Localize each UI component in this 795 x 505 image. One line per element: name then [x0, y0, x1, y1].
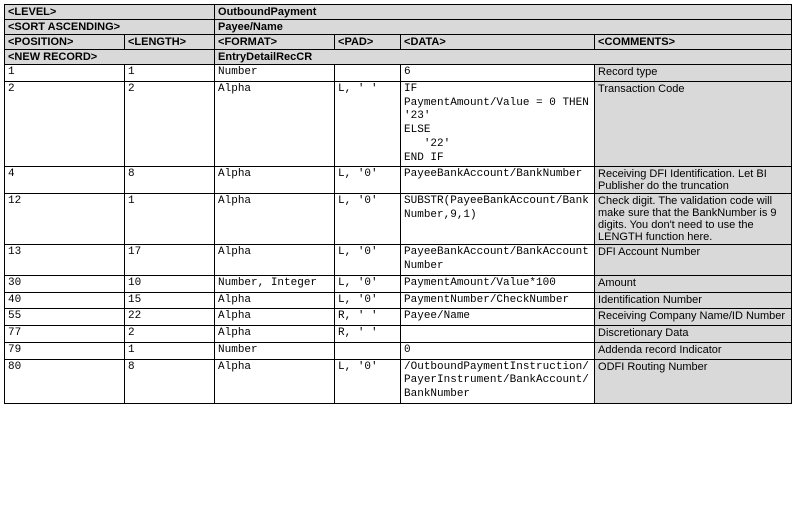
cell-data: SUBSTR(PayeeBankAccount/BankNumber,9,1) — [401, 194, 595, 245]
spec-table: <LEVEL> OutboundPayment <SORT ASCENDING>… — [4, 4, 792, 404]
cell-comment: Discretionary Data — [595, 326, 792, 343]
cell-comment: ODFI Routing Number — [595, 359, 792, 403]
cell-comment: DFI Account Number — [595, 245, 792, 276]
cell-length: 2 — [125, 81, 215, 167]
table-row: 11Number6Record type — [5, 65, 792, 82]
cell-pad — [335, 342, 401, 359]
cell-format: Alpha — [215, 359, 335, 403]
header-newrec-value: EntryDetailRecCR — [215, 50, 792, 65]
cell-pad: L, '0' — [335, 194, 401, 245]
cell-pad — [335, 65, 401, 82]
cell-length: 1 — [125, 194, 215, 245]
cell-position: 12 — [5, 194, 125, 245]
cell-position: 55 — [5, 309, 125, 326]
cell-length: 2 — [125, 326, 215, 343]
cell-data: PayeeBankAccount/BankAccountNumber — [401, 245, 595, 276]
cell-format: Alpha — [215, 326, 335, 343]
cell-pad: L, '0' — [335, 292, 401, 309]
cell-format: Alpha — [215, 194, 335, 245]
cell-data: PayeeBankAccount/BankNumber — [401, 167, 595, 194]
table-row: 22AlphaL, ' 'IF PaymentAmount/Value = 0 … — [5, 81, 792, 167]
header-level: <LEVEL> — [5, 5, 215, 20]
header-sort: <SORT ASCENDING> — [5, 20, 215, 35]
cell-format: Alpha — [215, 292, 335, 309]
cell-length: 8 — [125, 167, 215, 194]
cell-data — [401, 326, 595, 343]
cell-comment: Record type — [595, 65, 792, 82]
table-row: 4015AlphaL, '0'PaymentNumber/CheckNumber… — [5, 292, 792, 309]
table-row: 3010Number, IntegerL, '0'PaymentAmount/V… — [5, 275, 792, 292]
col-comments: <COMMENTS> — [595, 35, 792, 50]
col-position: <POSITION> — [5, 35, 125, 50]
cell-position: 40 — [5, 292, 125, 309]
cell-pad: L, '0' — [335, 359, 401, 403]
cell-length: 22 — [125, 309, 215, 326]
cell-position: 4 — [5, 167, 125, 194]
cell-data: 6 — [401, 65, 595, 82]
cell-format: Alpha — [215, 309, 335, 326]
cell-length: 8 — [125, 359, 215, 403]
cell-format: Alpha — [215, 167, 335, 194]
col-data: <DATA> — [401, 35, 595, 50]
cell-pad: L, '0' — [335, 167, 401, 194]
table-row: 121AlphaL, '0'SUBSTR(PayeeBankAccount/Ba… — [5, 194, 792, 245]
cell-position: 77 — [5, 326, 125, 343]
cell-length: 17 — [125, 245, 215, 276]
cell-length: 15 — [125, 292, 215, 309]
cell-data: IF PaymentAmount/Value = 0 THEN '23' ELS… — [401, 81, 595, 167]
header-newrec: <NEW RECORD> — [5, 50, 215, 65]
cell-data: 0 — [401, 342, 595, 359]
cell-pad: R, ' ' — [335, 309, 401, 326]
cell-format: Number — [215, 65, 335, 82]
cell-data: Payee/Name — [401, 309, 595, 326]
table-row: 791Number 0Addenda record Indicator — [5, 342, 792, 359]
cell-format: Alpha — [215, 81, 335, 167]
cell-comment: Receiving DFI Identification. Let BI Pub… — [595, 167, 792, 194]
col-pad: <PAD> — [335, 35, 401, 50]
cell-comment: Amount — [595, 275, 792, 292]
cell-position: 30 — [5, 275, 125, 292]
header-level-value: OutboundPayment — [215, 5, 792, 20]
cell-format: Number, Integer — [215, 275, 335, 292]
cell-format: Alpha — [215, 245, 335, 276]
cell-comment: Receiving Company Name/ID Number — [595, 309, 792, 326]
cell-position: 80 — [5, 359, 125, 403]
cell-position: 1 — [5, 65, 125, 82]
table-row: 808AlphaL, '0'/OutboundPaymentInstructio… — [5, 359, 792, 403]
cell-comment: Addenda record Indicator — [595, 342, 792, 359]
cell-length: 1 — [125, 65, 215, 82]
cell-comment: Transaction Code — [595, 81, 792, 167]
col-length: <LENGTH> — [125, 35, 215, 50]
cell-comment: Identification Number — [595, 292, 792, 309]
cell-length: 1 — [125, 342, 215, 359]
cell-length: 10 — [125, 275, 215, 292]
cell-position: 79 — [5, 342, 125, 359]
header-sort-value: Payee/Name — [215, 20, 792, 35]
cell-pad: L, ' ' — [335, 81, 401, 167]
cell-data: /OutboundPaymentInstruction/PayerInstrum… — [401, 359, 595, 403]
table-row: 1317AlphaL, '0'PayeeBankAccount/BankAcco… — [5, 245, 792, 276]
cell-data: PaymentAmount/Value*100 — [401, 275, 595, 292]
table-row: 772AlphaR, ' ' Discretionary Data — [5, 326, 792, 343]
cell-comment: Check digit. The validation code will ma… — [595, 194, 792, 245]
cell-position: 13 — [5, 245, 125, 276]
cell-pad: L, '0' — [335, 245, 401, 276]
table-row: 5522AlphaR, ' 'Payee/NameReceiving Compa… — [5, 309, 792, 326]
cell-pad: L, '0' — [335, 275, 401, 292]
cell-pad: R, ' ' — [335, 326, 401, 343]
table-row: 48AlphaL, '0'PayeeBankAccount/BankNumber… — [5, 167, 792, 194]
cell-format: Number — [215, 342, 335, 359]
cell-data: PaymentNumber/CheckNumber — [401, 292, 595, 309]
col-format: <FORMAT> — [215, 35, 335, 50]
cell-position: 2 — [5, 81, 125, 167]
